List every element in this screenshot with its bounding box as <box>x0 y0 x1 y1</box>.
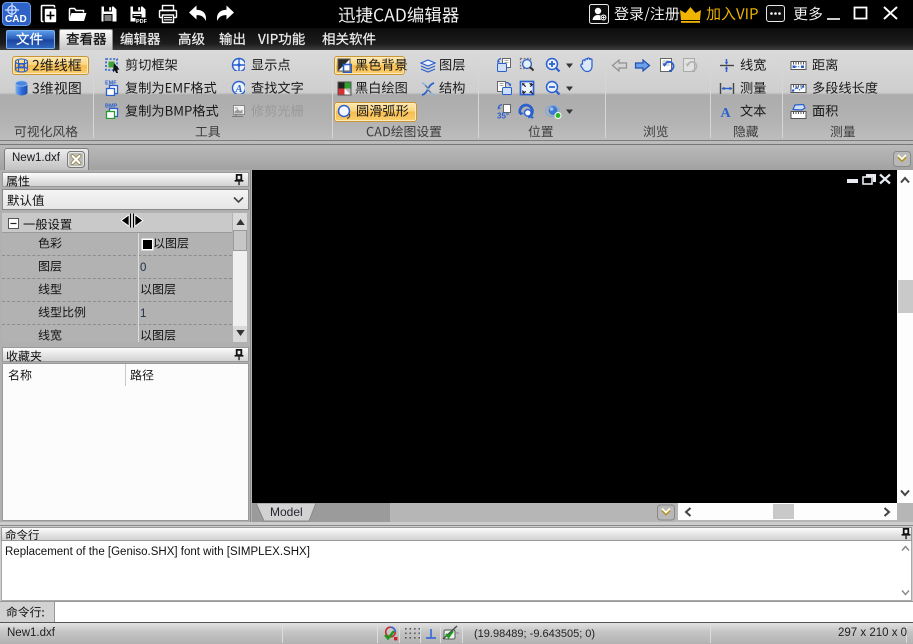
svg-text:EMF: EMF <box>105 81 117 87</box>
svg-text:A: A <box>235 84 243 94</box>
svg-text:PDF: PDF <box>136 19 148 25</box>
svg-text:BMP: BMP <box>105 104 118 110</box>
svg-text:A: A <box>721 106 732 119</box>
svg-text:CAD: CAD <box>5 14 27 25</box>
svg-text:35°: 35° <box>497 112 509 121</box>
